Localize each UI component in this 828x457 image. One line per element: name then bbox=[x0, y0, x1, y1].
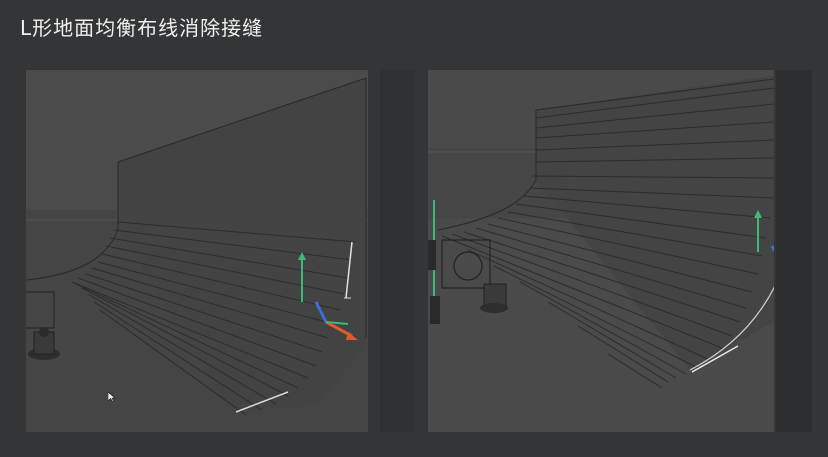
wireframe-after bbox=[428, 70, 774, 432]
viewport-edge-strip bbox=[776, 70, 812, 432]
viewport-before[interactable] bbox=[26, 70, 368, 432]
wireframe-before bbox=[26, 70, 368, 432]
viewport-divider bbox=[380, 70, 414, 432]
mouse-cursor-icon bbox=[108, 392, 116, 402]
page-title: L形地面均衡布线消除接缝 bbox=[20, 16, 264, 40]
viewport-after[interactable] bbox=[428, 70, 774, 432]
